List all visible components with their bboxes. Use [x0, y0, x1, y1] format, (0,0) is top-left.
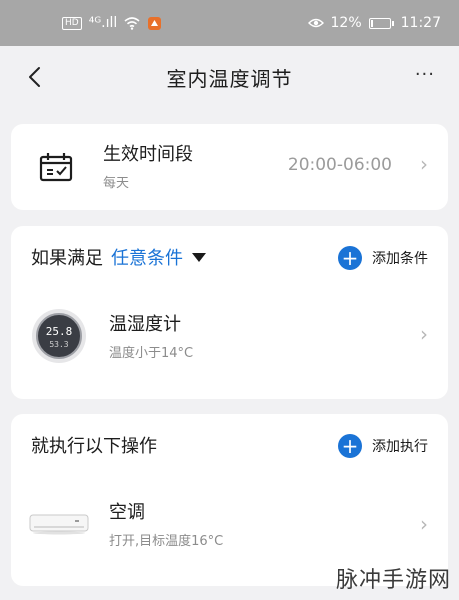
schedule-repeat: 每天	[103, 176, 130, 191]
air-conditioner-image	[29, 514, 89, 535]
add-condition-label: 添加条件	[372, 251, 428, 267]
condition-device[interactable]: 温湿度计 温度小于14°C	[109, 310, 193, 361]
condition-mode-dropdown[interactable]: 任意条件	[111, 244, 183, 270]
status-bar-left: HD ⁴ᴳ.ıll	[62, 15, 162, 31]
clock: 11:27	[400, 15, 441, 31]
eye-comfort-icon	[307, 18, 324, 28]
action-device-name: 空调	[109, 502, 145, 523]
status-bar: HD ⁴ᴳ.ıll 12% 11:27	[0, 0, 459, 46]
condition-device-name: 温湿度计	[109, 314, 181, 335]
chevron-right-icon: ›	[420, 152, 428, 176]
chevron-right-icon[interactable]: ›	[420, 512, 428, 536]
battery-icon	[368, 17, 394, 29]
schedule-time-range: 20:00-06:00	[287, 155, 392, 175]
actions-header: 就执行以下操作	[31, 432, 157, 458]
conditions-header: 如果满足 任意条件	[31, 244, 206, 270]
wifi-icon	[124, 16, 140, 30]
add-action-label: 添加执行	[372, 439, 428, 455]
condition-device-description: 温度小于14°C	[109, 346, 194, 361]
add-action-button[interactable]: + 添加执行	[338, 434, 428, 458]
schedule-title: 生效时间段	[103, 144, 193, 165]
back-arrow-icon[interactable]	[24, 65, 48, 89]
schedule-card[interactable]: 生效时间段 每天 20:00-06:00 ›	[11, 124, 448, 210]
conditions-prefix: 如果满足	[31, 248, 103, 269]
schedule-text: 生效时间段 每天	[103, 140, 193, 191]
sim-chip: HD	[62, 16, 82, 30]
signal-text: ⁴ᴳ.ıll	[88, 15, 118, 31]
conditions-card: 如果满足 任意条件 + 添加条件 25.8 53.3 温湿度计 温度小于14°C…	[11, 226, 448, 399]
plus-icon: +	[338, 434, 362, 458]
calendar-check-icon	[39, 153, 73, 182]
app-notification-icon	[148, 16, 162, 30]
caret-down-icon[interactable]	[192, 252, 206, 262]
watermark: 脉冲手游网	[335, 568, 451, 593]
action-device[interactable]: 空调 打开,目标温度16°C	[109, 498, 223, 549]
display-humidity: 53.3	[49, 340, 68, 349]
thermo-hygrometer-image: 25.8 53.3	[32, 309, 86, 363]
display-temperature: 25.8	[46, 325, 73, 338]
page-title: 室内温度调节	[166, 66, 293, 91]
chevron-right-icon[interactable]: ›	[420, 322, 428, 346]
add-condition-button[interactable]: + 添加条件	[338, 246, 428, 270]
actions-card: 就执行以下操作 + 添加执行 空调 打开,目标温度16°C ›	[11, 414, 448, 586]
status-bar-right: 12% 11:27	[307, 15, 441, 31]
nav-bar: 室内温度调节 ···	[0, 46, 459, 108]
battery-percent: 12%	[330, 15, 362, 31]
action-device-description: 打开,目标温度16°C	[109, 534, 224, 549]
actions-title: 就执行以下操作	[31, 436, 157, 457]
plus-icon: +	[338, 246, 362, 270]
more-options-button[interactable]: ···	[415, 64, 435, 85]
